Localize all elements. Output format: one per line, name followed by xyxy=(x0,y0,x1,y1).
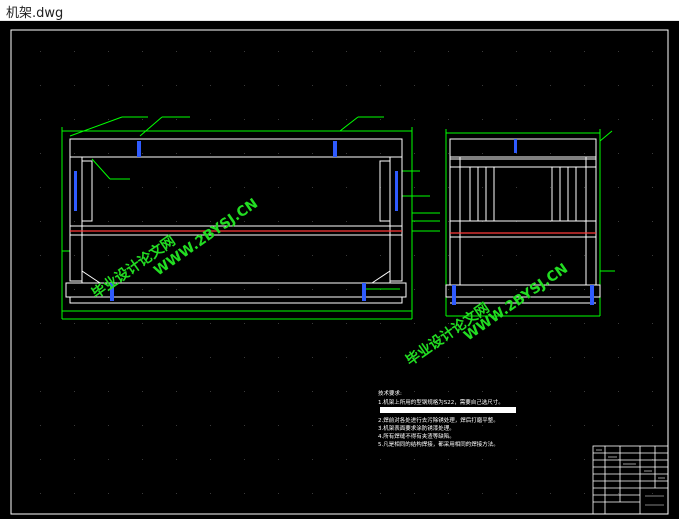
window-title: 机架.dwg xyxy=(6,6,64,21)
note-2: 2.焊前对各处进行去污除锈处理，焊后打磨平整。 xyxy=(378,416,499,424)
title-block xyxy=(592,445,669,515)
front-view xyxy=(61,116,440,320)
technical-notes: 技术要求: 1.机架上所用的型钢规格为S22，需要自己选尺寸。 2.焊前对各处进… xyxy=(378,389,516,448)
drawing-svg: 毕业设计论文网 WWW.2BYSJ.CN 毕业设计论文网 WWW.2BYSJ.C… xyxy=(10,29,669,515)
note-1: 1.机架上所用的型钢规格为S22，需要自己选尺寸。 xyxy=(378,398,504,406)
watermark-url-2: WWW.2BYSJ.CN xyxy=(461,261,571,345)
highlight-bar xyxy=(380,407,516,413)
title-bar: 机架.dwg xyxy=(0,0,679,21)
note-4: 4.所有焊缝不得有夹渣等缺陷。 xyxy=(378,432,455,440)
note-5: 5.凡是相同的结构焊接，都采用相同的焊接方法。 xyxy=(378,440,499,448)
note-3: 3.机架表面要求涂防锈漆处理。 xyxy=(378,424,455,432)
cad-canvas[interactable]: 毕业设计论文网 WWW.2BYSJ.CN 毕业设计论文网 WWW.2BYSJ.C… xyxy=(0,21,679,519)
watermark-group: 毕业设计论文网 WWW.2BYSJ.CN 毕业设计论文网 WWW.2BYSJ.C… xyxy=(89,196,571,370)
notes-title: 技术要求: xyxy=(378,389,402,397)
